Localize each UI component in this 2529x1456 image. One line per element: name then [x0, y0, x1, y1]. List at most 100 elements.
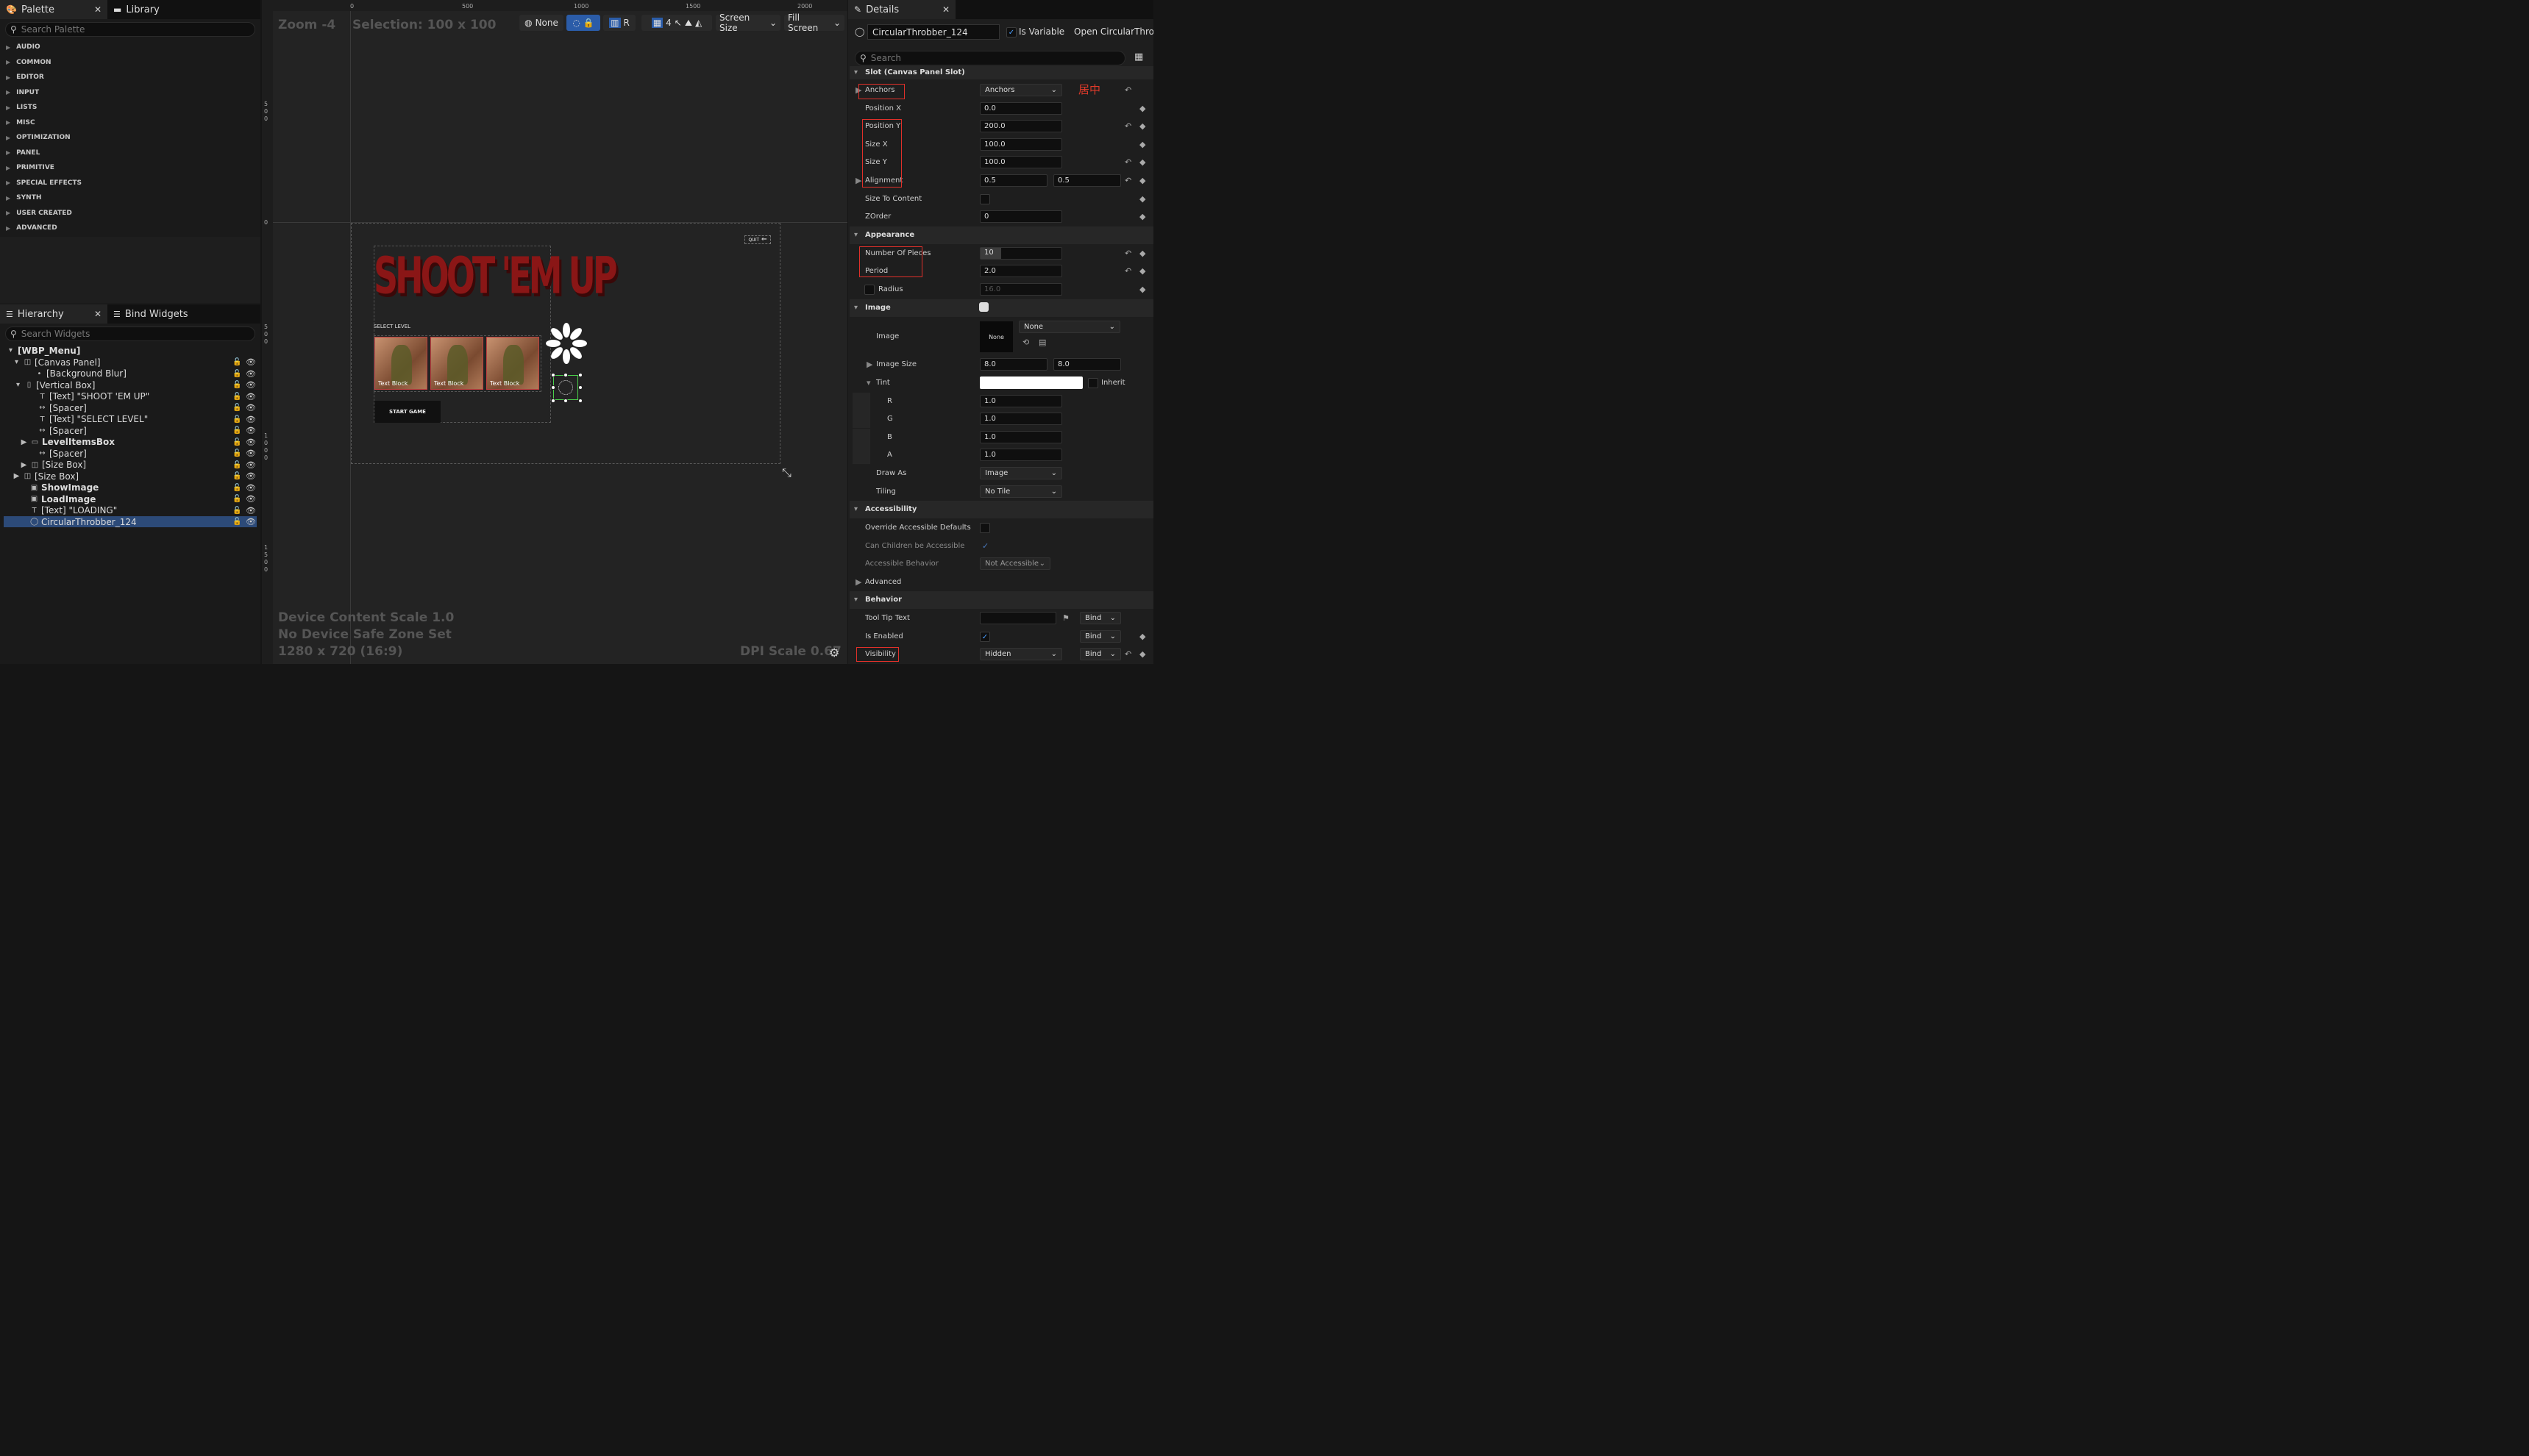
close-icon[interactable]: ✕ [942, 4, 950, 15]
eye-icon[interactable]: 👁 [246, 460, 256, 470]
hierarchy-item[interactable]: ▶ ▭ LevelItemsBox 🔓 👁 [4, 437, 257, 448]
expand-arrow-icon[interactable]: ▶ [13, 472, 21, 480]
lock-icon[interactable]: 🔓 [232, 381, 241, 389]
property-dropdown[interactable]: Image ⌄ [980, 467, 1062, 479]
palette-category[interactable]: ▶ AUDIO [6, 43, 40, 51]
eye-icon[interactable]: 👁 [246, 426, 256, 435]
hierarchy-item[interactable]: ↔ [Spacer] 🔓 👁 [4, 448, 257, 459]
eye-icon[interactable]: 👁 [246, 403, 256, 413]
hierarchy-item[interactable]: ▾ ◫ [Canvas Panel] 🔓 👁 [4, 357, 257, 368]
image-thumbnail[interactable]: None [980, 321, 1013, 352]
widget-name-input[interactable]: CircularThrobber_124 [867, 24, 1000, 40]
palette-category[interactable]: ▶ PANEL [6, 149, 40, 157]
property-dropdown[interactable]: Bind ⌄ [1080, 648, 1121, 660]
keyframe-icon[interactable]: ◆ [1139, 632, 1145, 641]
property-value-input[interactable]: 1.0 [980, 431, 1062, 443]
selected-throbber-box[interactable] [553, 375, 578, 400]
reset-arrow-icon[interactable]: ↶ [1125, 249, 1131, 258]
selection-handle[interactable] [551, 399, 555, 403]
keyframe-icon[interactable]: ◆ [1139, 157, 1145, 167]
hierarchy-item[interactable]: ◯ CircularThrobber_124 🔓 👁 [4, 516, 257, 527]
reset-arrow-icon[interactable]: ↶ [1125, 266, 1131, 276]
screen-size-dropdown[interactable]: Screen Size ⌄ [716, 13, 780, 33]
property-value-input[interactable]: 8.0 [980, 358, 1047, 371]
size-to-content-checkbox[interactable] [980, 194, 990, 204]
hierarchy-item[interactable]: ▶ ◫ [Size Box] 🔓 👁 [4, 471, 257, 482]
localization-button[interactable]: ◍ None [519, 15, 563, 31]
eye-icon[interactable]: 👁 [246, 517, 256, 527]
tint-color-swatch[interactable] [980, 377, 1083, 389]
tab-bind-widgets[interactable]: ☰ Bind Widgets [107, 304, 194, 324]
row-advanced[interactable]: ▶ Advanced [850, 574, 1153, 591]
property-value-input[interactable]: 100.0 [980, 138, 1062, 151]
hierarchy-item[interactable]: ↔ [Spacer] 🔓 👁 [4, 402, 257, 413]
lock-icon[interactable]: 🔓 [232, 427, 241, 435]
property-value-input[interactable]: 8.0 [1053, 358, 1121, 371]
fill-screen-dropdown[interactable]: Fill Screen ⌄ [784, 13, 844, 33]
eye-icon[interactable]: 👁 [246, 438, 256, 447]
radius-override-checkbox[interactable] [864, 285, 875, 295]
palette-category[interactable]: ▶ PRIMITIVE [6, 164, 54, 171]
accessibility-section-header[interactable]: ▾ Accessibility [850, 501, 1153, 518]
expand-arrow-icon[interactable]: ▾ [14, 381, 22, 389]
keyframe-icon[interactable]: ◆ [1139, 140, 1145, 149]
eye-icon[interactable]: 👁 [246, 415, 256, 424]
details-search-input[interactable]: ⚲ Search [855, 51, 1125, 65]
eye-icon[interactable]: 👁 [246, 392, 256, 402]
tab-hierarchy[interactable]: ☰ Hierarchy ✕ [0, 304, 107, 324]
lock-icon[interactable]: 🔓 [232, 404, 241, 412]
hierarchy-item[interactable]: ↔ [Spacer] 🔓 👁 [4, 425, 257, 436]
eye-icon[interactable]: 👁 [246, 494, 256, 504]
hierarchy-item[interactable]: ▣ ShowImage 🔓 👁 [4, 482, 257, 493]
lock-icon[interactable]: 🔓 [232, 484, 241, 492]
property-dropdown[interactable]: Hidden ⌄ [980, 648, 1062, 660]
property-dropdown[interactable]: Bind ⌄ [1080, 630, 1121, 643]
expand-arrow-icon[interactable]: ▾ [13, 358, 21, 366]
eye-icon[interactable]: 👁 [246, 506, 256, 515]
palette-category[interactable]: ▶ LISTS [6, 104, 37, 111]
is-variable-checkbox[interactable]: ✓ [1006, 27, 1017, 38]
eye-icon[interactable]: 👁 [246, 471, 256, 481]
lock-icon[interactable]: 🔓 [232, 449, 241, 457]
eye-icon[interactable]: 👁 [246, 369, 256, 379]
hierarchy-item[interactable]: T [Text] "SHOOT 'EM UP" 🔓 👁 [4, 391, 257, 402]
reset-arrow-icon[interactable]: ↶ [1125, 649, 1131, 659]
keyframe-icon[interactable]: ◆ [1139, 212, 1145, 221]
lock-icon[interactable]: 🔓 [232, 370, 241, 378]
quit-button[interactable]: QUIT ⇐ [744, 235, 771, 244]
eye-icon[interactable]: 👁 [246, 449, 256, 458]
lock-icon[interactable]: 🔓 [232, 495, 241, 503]
palette-category[interactable]: ▶ INPUT [6, 89, 39, 96]
image-color-swatch[interactable] [979, 302, 989, 312]
image-section-header[interactable]: ▾ Image [850, 299, 1153, 317]
expand-arrow-icon[interactable]: ▶ [856, 577, 861, 587]
hierarchy-item[interactable]: ▾ ▯ [Vertical Box] 🔓 👁 [4, 379, 257, 390]
property-value-input[interactable]: 100.0 [980, 156, 1062, 168]
palette-category[interactable]: ▶ ADVANCED [6, 224, 57, 232]
selection-handle[interactable] [578, 373, 583, 377]
respect-locks-button[interactable]: ◌ 🔒 [566, 15, 600, 31]
hierarchy-item[interactable]: ▶ ◫ [Size Box] 🔓 👁 [4, 460, 257, 471]
widget-search-input[interactable]: ⚲ Search Widgets [5, 326, 255, 341]
eye-icon[interactable]: 👁 [246, 380, 256, 390]
keyframe-icon[interactable]: ◆ [1139, 649, 1145, 659]
property-value-input[interactable]: 200.0 [980, 120, 1062, 132]
collapse-arrow-icon[interactable]: ▾ [7, 346, 15, 354]
flag-icon[interactable]: ⚑ [1062, 613, 1070, 623]
is-enabled-checkbox[interactable]: ✓ [980, 632, 990, 642]
eye-icon[interactable]: 👁 [246, 357, 256, 367]
level-item-card[interactable]: Text Block [374, 337, 427, 390]
property-dropdown[interactable]: Anchors ⌄ [980, 84, 1062, 96]
lock-icon[interactable]: 🔓 [232, 518, 241, 526]
palette-search-input[interactable]: ⚲ Search Palette [5, 22, 255, 37]
selection-handle[interactable] [551, 385, 555, 390]
collapse-arrow-icon[interactable]: ▾ [867, 378, 871, 388]
lock-icon[interactable]: 🔓 [232, 472, 241, 480]
pieces-slider[interactable]: 10 [980, 247, 1062, 260]
property-value-input[interactable]: 1.0 [980, 449, 1062, 461]
palette-category[interactable]: ▶ EDITOR [6, 74, 44, 81]
selection-handle[interactable] [578, 385, 583, 390]
hierarchy-item[interactable]: • [Background Blur] 🔓 👁 [4, 368, 257, 379]
reset-arrow-icon[interactable]: ↶ [1125, 176, 1131, 185]
gear-icon[interactable]: ⚙ [829, 646, 839, 660]
